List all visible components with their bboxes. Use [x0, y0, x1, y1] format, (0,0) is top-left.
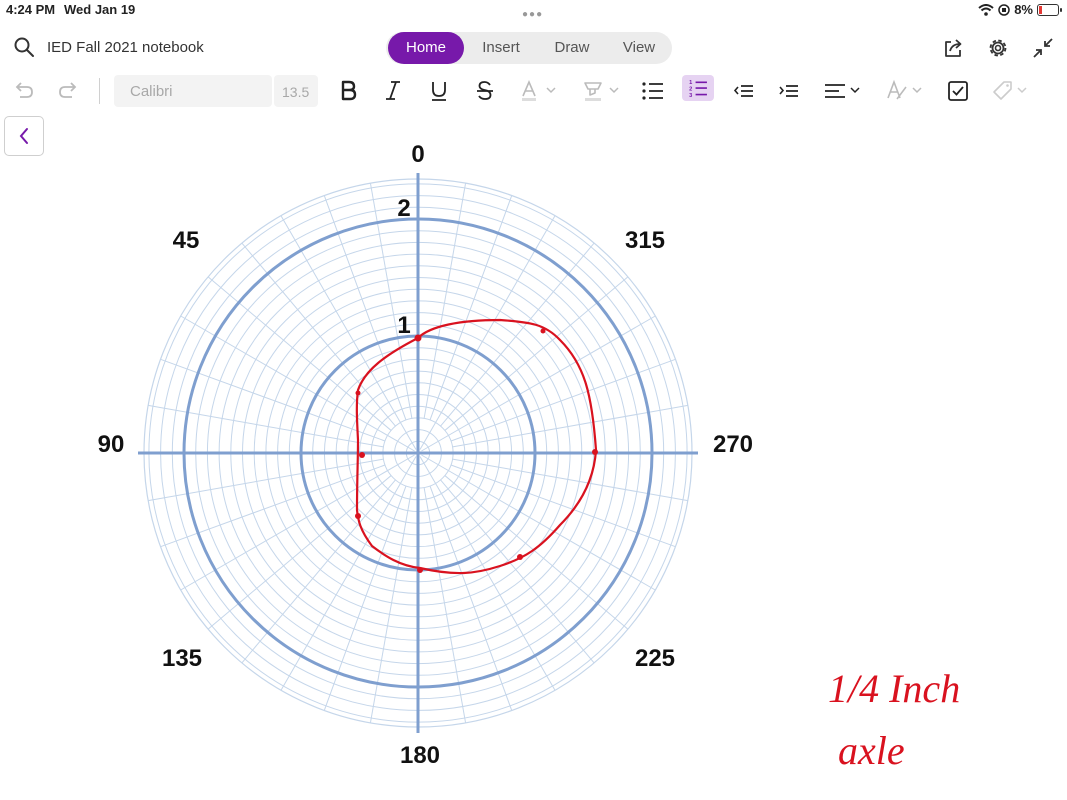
redo-icon[interactable] — [56, 78, 80, 104]
note-canvas[interactable]: 0 45 90 135 180 225 270 315 1 2 1/4 Inch… — [0, 120, 1067, 800]
svg-text:3: 3 — [689, 93, 692, 99]
status-date: Wed Jan 19 — [64, 2, 136, 17]
handwritten-note[interactable]: 1/4 Inch axle — [828, 666, 960, 773]
grid-spoke — [207, 276, 392, 431]
grid-spoke — [440, 479, 595, 664]
bullet-list-icon[interactable] — [641, 78, 665, 104]
align-icon[interactable] — [823, 78, 863, 104]
grid-spoke — [444, 276, 629, 431]
svg-text:1: 1 — [689, 80, 692, 86]
strikethrough-icon[interactable] — [474, 78, 496, 104]
styles-icon[interactable] — [885, 78, 925, 104]
grid-spoke — [241, 242, 396, 427]
grid-spoke — [241, 479, 396, 664]
handwriting-line-2: axle — [838, 728, 905, 773]
decrease-indent-icon[interactable] — [733, 78, 755, 104]
angle-label-90: 90 — [98, 431, 125, 458]
battery-icon — [1037, 3, 1062, 16]
todo-checkbox-icon[interactable] — [946, 78, 970, 104]
svg-text:2: 2 — [689, 86, 692, 92]
toolbar-divider — [99, 78, 100, 104]
angle-label-225: 225 — [635, 645, 675, 672]
angle-label-135: 135 — [162, 645, 202, 672]
tag-icon[interactable] — [990, 78, 1030, 104]
font-size-select[interactable]: 13.5 — [274, 75, 318, 107]
handwriting-line-1: 1/4 Inch — [828, 666, 960, 711]
font-color-icon[interactable] — [519, 78, 559, 104]
grid-spoke — [440, 242, 595, 427]
status-bar: 4:24 PM Wed Jan 19 ●●● 8% — [0, 0, 1067, 22]
angle-label-315: 315 — [625, 227, 665, 254]
increase-indent-icon[interactable] — [778, 78, 800, 104]
orientation-lock-icon — [998, 3, 1010, 16]
gear-icon[interactable] — [986, 36, 1010, 60]
tab-insert[interactable]: Insert — [464, 32, 538, 64]
font-family-select[interactable]: Calibri — [114, 75, 272, 107]
highlighter-icon[interactable] — [582, 78, 622, 104]
polar-grid — [138, 173, 698, 733]
tab-home[interactable]: Home — [388, 32, 464, 64]
radius-label-2: 2 — [397, 195, 410, 222]
status-indicators: 8% — [978, 2, 1062, 17]
font-family-value: Calibri — [130, 83, 173, 100]
tab-view[interactable]: View — [606, 32, 672, 64]
share-icon[interactable] — [941, 36, 965, 60]
formatting-toolbar: Calibri 13.5 1 2 3 — [0, 72, 1067, 110]
underline-icon[interactable] — [428, 78, 450, 104]
italic-icon[interactable] — [382, 78, 404, 104]
numbered-list-icon[interactable]: 1 2 3 — [682, 75, 714, 101]
multitasking-dots-icon[interactable]: ●●● — [522, 9, 543, 20]
bold-icon[interactable] — [337, 78, 359, 104]
font-size-value: 13.5 — [282, 84, 310, 100]
collapse-icon[interactable] — [1031, 36, 1055, 60]
wifi-icon — [978, 3, 994, 16]
search-icon[interactable] — [13, 36, 35, 58]
status-time: 4:24 PM — [6, 2, 56, 17]
angle-label-270: 270 — [713, 431, 753, 458]
angle-label-180: 180 — [400, 742, 440, 769]
radius-label-1: 1 — [397, 312, 410, 339]
angle-label-45: 45 — [173, 227, 200, 254]
undo-icon[interactable] — [12, 78, 36, 104]
battery-percent: 8% — [1014, 2, 1033, 17]
ribbon-tabs: Home Insert Draw View — [386, 32, 672, 64]
tab-draw[interactable]: Draw — [538, 32, 606, 64]
grid-spoke — [207, 475, 392, 630]
title-bar: IED Fall 2021 notebook Home Insert Draw … — [0, 28, 1067, 68]
notebook-title[interactable]: IED Fall 2021 notebook — [47, 39, 204, 56]
angle-label-0: 0 — [411, 141, 424, 168]
grid-spoke — [444, 475, 629, 630]
